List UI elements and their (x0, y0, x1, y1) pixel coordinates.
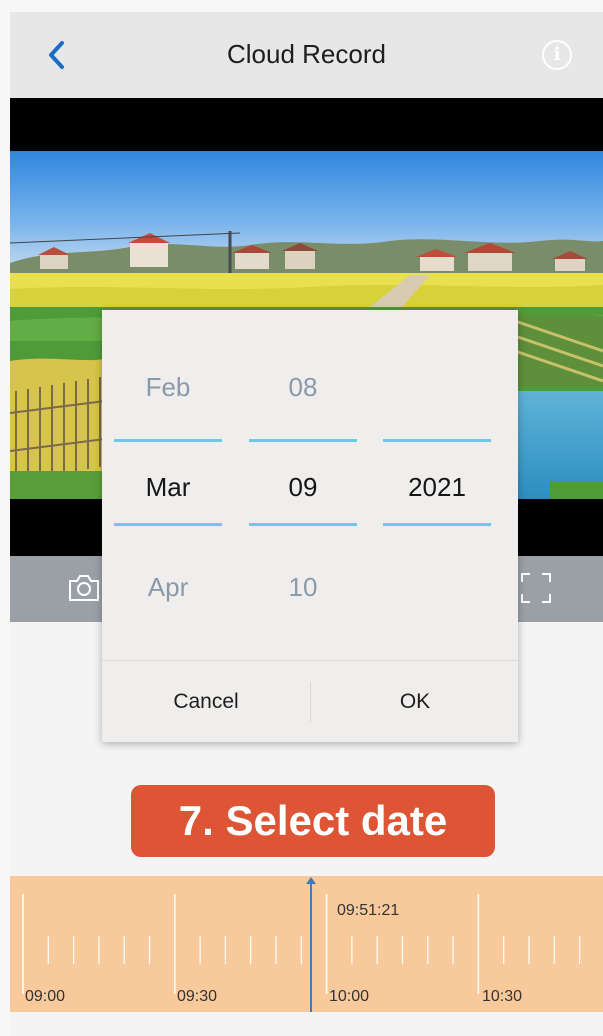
day-selected[interactable]: 09 (249, 472, 357, 503)
timeline-cursor-time: 09:51:21 (337, 902, 400, 919)
selection-line-bottom (114, 523, 222, 526)
fullscreen-icon (521, 573, 551, 603)
timeline-tick-label: 10:00 (329, 988, 370, 1005)
month-next[interactable]: Apr (114, 572, 222, 603)
year-selected[interactable]: 2021 (383, 472, 491, 503)
day-prev[interactable]: 08 (249, 372, 357, 403)
timeline-tick-label: 10:30 (482, 988, 523, 1005)
month-selected[interactable]: Mar (114, 472, 222, 503)
step-instruction-badge: 7. Select date (131, 785, 495, 857)
month-wheel[interactable]: Feb Mar Apr (114, 310, 222, 660)
date-picker-dialog: Feb Mar Apr 08 09 10 2021 Cancel OK (102, 310, 518, 742)
snapshot-button[interactable] (66, 570, 102, 611)
selection-line-top (114, 439, 222, 442)
ok-button[interactable]: OK (311, 661, 519, 742)
camera-icon (69, 575, 99, 601)
year-wheel[interactable]: 2021 (383, 310, 491, 660)
top-bar: Cloud Record i (10, 12, 603, 98)
video-letterbox-top (10, 98, 603, 151)
day-wheel[interactable]: 08 09 10 (249, 310, 357, 660)
timeline-tick-label: 09:30 (177, 988, 218, 1005)
cancel-button[interactable]: Cancel (102, 661, 310, 742)
selection-line-bottom (383, 523, 491, 526)
month-prev[interactable]: Feb (114, 372, 222, 403)
selection-line-bottom (249, 523, 357, 526)
selection-line-top (249, 439, 357, 442)
info-icon: i (553, 44, 561, 65)
info-button[interactable]: i (542, 40, 572, 70)
day-next[interactable]: 10 (249, 572, 357, 603)
selection-line-top (383, 439, 491, 442)
timeline-tick-label: 09:00 (25, 988, 66, 1005)
app-screen: Cloud Record i Feb Mar Apr 08 09 10 2021… (10, 12, 603, 1036)
recording-timeline[interactable]: 09:51:21 09:00 09:30 10:00 10:30 (10, 876, 603, 1012)
playhead-marker[interactable] (306, 877, 316, 884)
page-title: Cloud Record (227, 39, 386, 69)
fullscreen-button[interactable] (518, 570, 554, 611)
